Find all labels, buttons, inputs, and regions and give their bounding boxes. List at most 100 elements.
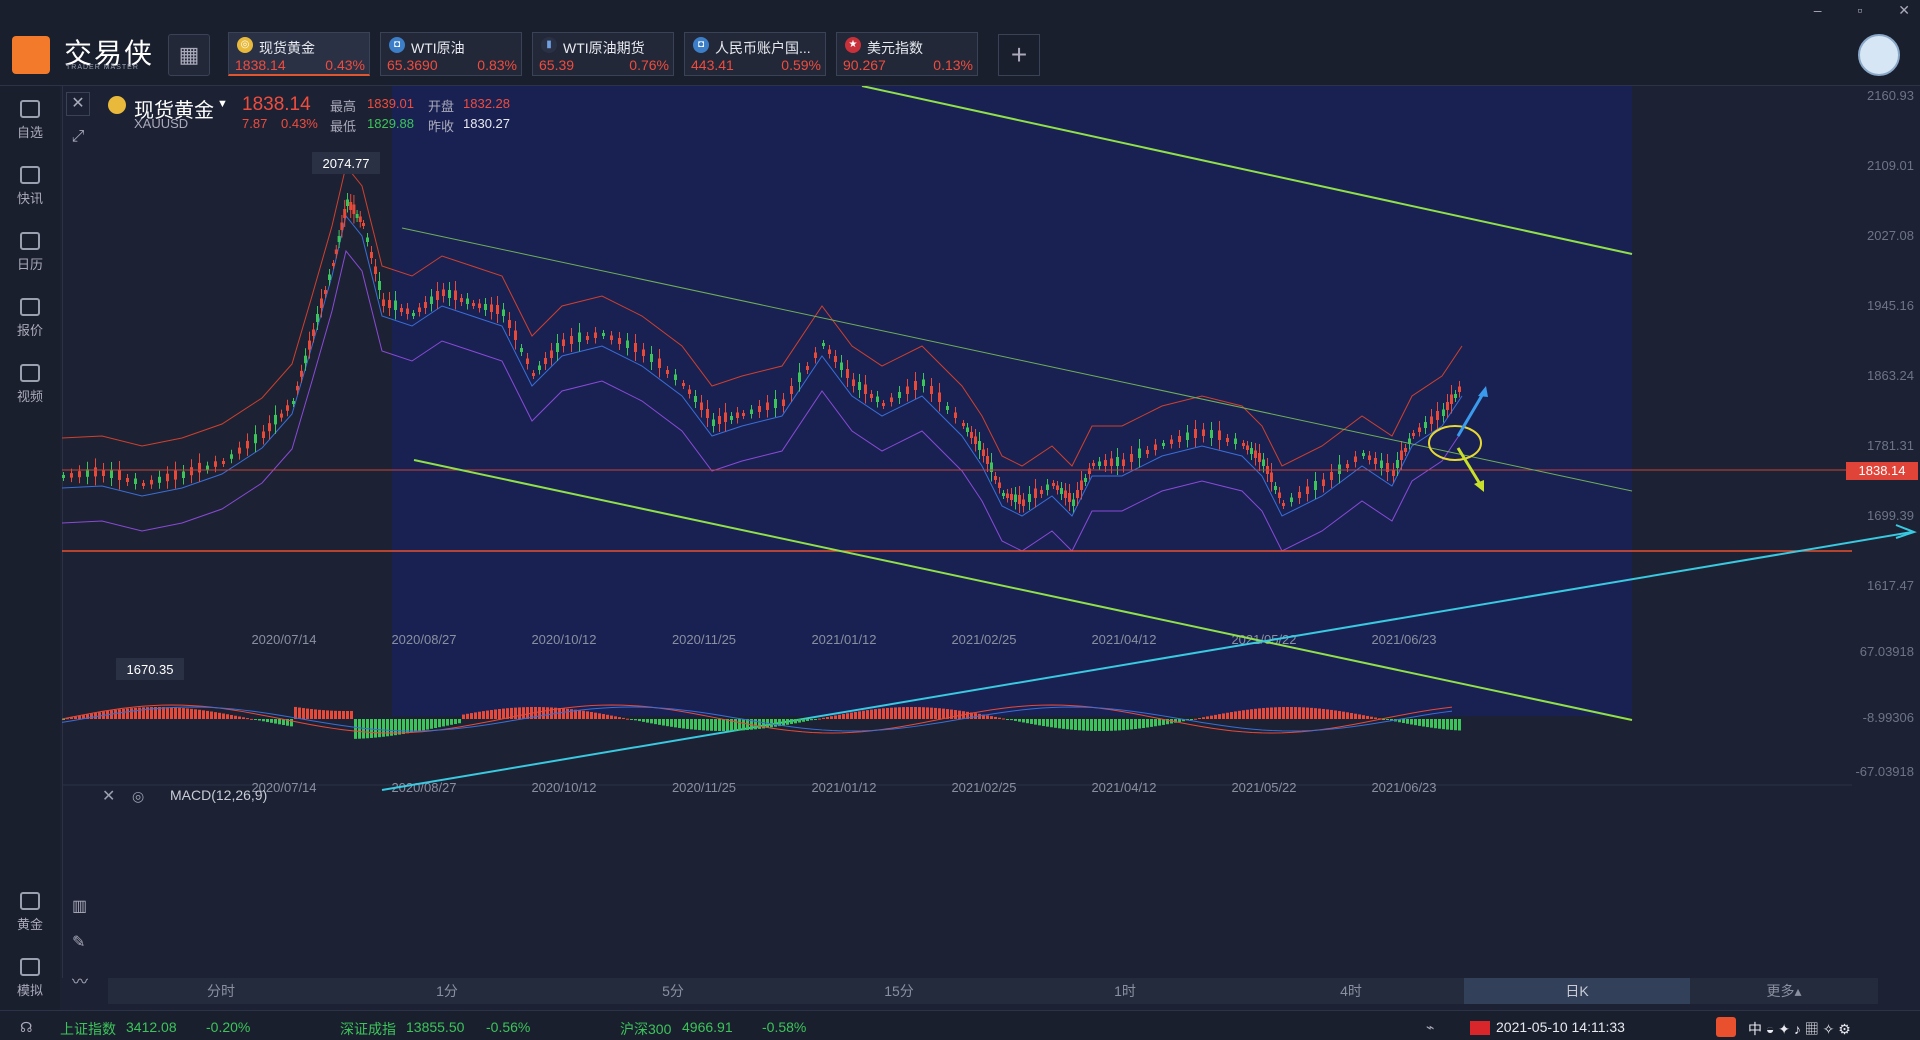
- candle-body: [1282, 503, 1285, 506]
- macd-bar: [1238, 710, 1241, 719]
- tab-rmb-account[interactable]: ◘ 人民币账户国... 443.41 0.59%: [684, 32, 826, 76]
- macd-bar: [902, 707, 905, 719]
- sidebar-item-simulate[interactable]: 模拟: [0, 958, 60, 999]
- candle-body: [268, 423, 271, 432]
- tab-usd-index[interactable]: ★ 美元指数 90.267 0.13%: [836, 32, 978, 76]
- tab-wti-oil[interactable]: ◘ WTI原油 65.3690 0.83%: [380, 32, 522, 76]
- sidebar-item-news[interactable]: 快讯: [0, 166, 60, 207]
- input-method-icon[interactable]: [1716, 1017, 1736, 1037]
- sidebar-item-video[interactable]: 视频: [0, 364, 60, 405]
- index-name[interactable]: 上证指数: [60, 1019, 116, 1039]
- tf-1m[interactable]: 1分: [334, 978, 560, 1004]
- tf-15m[interactable]: 15分: [786, 978, 1012, 1004]
- macd-bar: [654, 719, 657, 725]
- candle-body: [1084, 478, 1087, 482]
- macd-bar: [162, 707, 165, 719]
- macd-bar: [386, 719, 389, 737]
- candle-body: [538, 365, 541, 370]
- expand-icon[interactable]: ⤢: [66, 126, 90, 150]
- candle-body: [502, 309, 505, 316]
- candle-body: [304, 355, 307, 364]
- macd-bar: [474, 712, 477, 719]
- macd-bar: [1038, 719, 1041, 726]
- macd-bar: [1062, 719, 1065, 729]
- macd-bar: [938, 708, 941, 719]
- candle-body: [938, 392, 941, 402]
- user-avatar[interactable]: [1858, 34, 1900, 76]
- candle-body: [724, 412, 727, 422]
- sidebar-item-watchlist[interactable]: 自选: [0, 100, 60, 141]
- macd-bar: [698, 719, 701, 731]
- candle-body: [1088, 468, 1091, 474]
- restore-button[interactable]: ▫: [1857, 2, 1862, 18]
- candle-body: [1046, 484, 1049, 490]
- macd-bar: [642, 719, 645, 722]
- tf-daily[interactable]: 日K: [1464, 978, 1690, 1004]
- candle-body: [332, 263, 335, 266]
- sidebar-item-calendar[interactable]: 日历: [0, 232, 60, 273]
- macd-bar: [1010, 719, 1013, 721]
- pen-icon[interactable]: ✎: [72, 932, 85, 952]
- candle-body: [1028, 494, 1031, 502]
- candle-body: [532, 373, 535, 376]
- macd-bar: [258, 719, 261, 721]
- tf-5m[interactable]: 5分: [560, 978, 786, 1004]
- chart-area[interactable]: 2160.93 2109.01 2027.08 1945.16 1863.24 1781.…: [62, 86, 1920, 991]
- macd-bar: [866, 710, 869, 719]
- minimize-button[interactable]: –: [1814, 2, 1822, 18]
- index-name[interactable]: 沪深300: [620, 1019, 671, 1039]
- candle-body: [520, 348, 523, 352]
- tab-change: 0.43%: [325, 57, 365, 73]
- candle-body: [214, 461, 217, 467]
- x-tick-label: 2020/07/14: [251, 632, 316, 647]
- macd-bar: [638, 719, 641, 722]
- macd-bar: [1282, 707, 1285, 719]
- tab-spot-gold[interactable]: ◎ 现货黄金 1838.14 0.43%: [228, 32, 370, 76]
- macd-bar: [302, 708, 305, 719]
- candle-body: [430, 296, 433, 304]
- sidebar-item-quotes[interactable]: 报价: [0, 298, 60, 339]
- price-chart[interactable]: 2160.93 2109.01 2027.08 1945.16 1863.24 1781.…: [62, 86, 1920, 984]
- tf-4h[interactable]: 4时: [1238, 978, 1464, 1004]
- candle-body: [1018, 495, 1021, 504]
- candle-body: [858, 382, 861, 390]
- tab-name: 人民币账户国...: [715, 40, 811, 56]
- macd-bar: [742, 719, 745, 731]
- macd-bar: [714, 719, 717, 731]
- tab-wti-futures[interactable]: ▮ WTI原油期货 65.39 0.76%: [532, 32, 674, 76]
- macd-bar: [142, 707, 145, 719]
- macd-bar: [274, 719, 277, 724]
- tab-price: 1838.14: [235, 57, 286, 73]
- tf-1h[interactable]: 1时: [1012, 978, 1238, 1004]
- index-name[interactable]: 深证成指: [340, 1019, 396, 1039]
- tf-tick[interactable]: 分时: [108, 978, 334, 1004]
- macd-bar: [1146, 719, 1149, 728]
- close-chart-button[interactable]: ✕: [66, 92, 90, 116]
- sidebar-item-gold[interactable]: 黄金: [0, 892, 60, 933]
- chevron-down-icon[interactable]: ▼: [217, 98, 228, 110]
- candle-body: [852, 379, 855, 386]
- tf-more[interactable]: 更多▴: [1690, 978, 1878, 1004]
- candle-body: [508, 320, 511, 328]
- macd-bar: [586, 711, 589, 719]
- macd-bar: [1002, 718, 1005, 720]
- macd-bar: [374, 719, 377, 738]
- macd-bar: [782, 719, 785, 726]
- candle-body: [742, 413, 745, 416]
- macd-bar: [1234, 711, 1237, 719]
- macd-bar: [118, 709, 121, 719]
- macd-bar: [1210, 715, 1213, 719]
- trend-tool-icon[interactable]: 〰: [72, 968, 88, 992]
- headset-icon[interactable]: ☊: [20, 1019, 32, 1036]
- macd-bar: [618, 717, 621, 719]
- macd-bar: [842, 713, 845, 719]
- layout-grid-button[interactable]: ▦: [168, 34, 210, 76]
- macd-bar: [914, 707, 917, 719]
- add-tab-button[interactable]: +: [998, 34, 1040, 76]
- close-window-button[interactable]: ✕: [1898, 2, 1910, 18]
- x-tick-label: 2021/01/12: [811, 632, 876, 647]
- macd-bar: [582, 710, 585, 719]
- candle-body: [78, 471, 81, 478]
- indicator-icon[interactable]: ▥: [72, 896, 87, 916]
- candle-body: [1274, 486, 1277, 490]
